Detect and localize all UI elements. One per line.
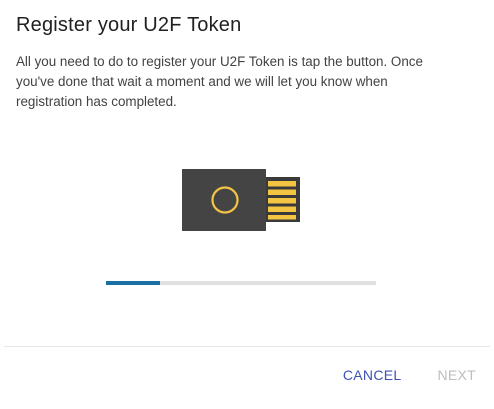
registration-progress-bar <box>106 281 376 285</box>
actions-divider <box>4 346 490 347</box>
key-contact <box>268 215 296 220</box>
dialog-actions: CANCEL NEXT <box>325 357 494 393</box>
key-contact <box>268 206 296 212</box>
usb-security-key-icon <box>180 167 304 233</box>
key-body <box>182 169 266 231</box>
key-contact <box>268 189 296 195</box>
cancel-button[interactable]: CANCEL <box>325 357 420 393</box>
register-u2f-dialog: Register your U2F Token All you need to … <box>0 0 494 409</box>
next-button[interactable]: NEXT <box>419 357 494 393</box>
dialog-title: Register your U2F Token <box>16 14 242 36</box>
registration-progress-fill <box>106 281 160 285</box>
dialog-instructions: All you need to do to register your U2F … <box>16 54 423 109</box>
key-contact <box>268 198 296 204</box>
key-contact <box>268 181 296 187</box>
